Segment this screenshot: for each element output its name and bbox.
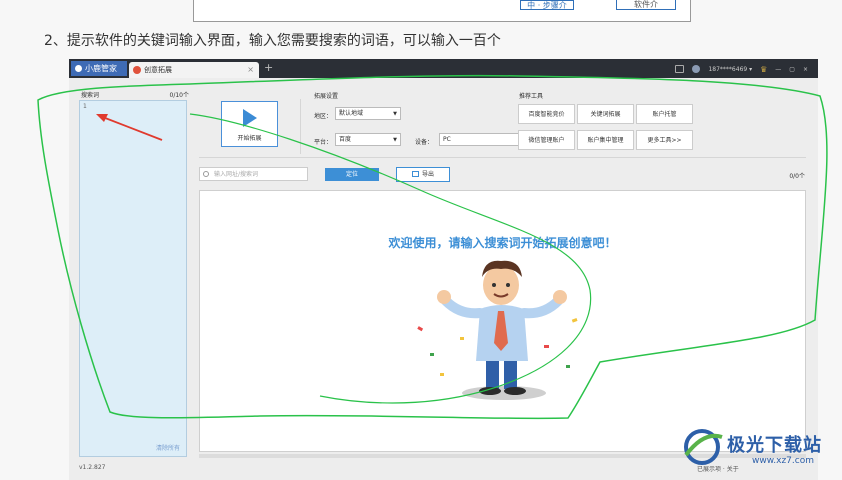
keyword-panel: 搜索词 0/10个 1 清除所有 xyxy=(79,88,189,460)
minimize-icon[interactable]: — xyxy=(775,66,781,73)
line-number: 1 xyxy=(83,103,87,110)
tool-baidu-bidding[interactable]: 百度智能竞价 xyxy=(518,104,575,124)
platform-label: 平台： xyxy=(314,139,333,146)
region-value: 默认地域 xyxy=(339,110,364,117)
app-logo: 小鹿管家 xyxy=(71,61,127,76)
fragment-button-2: 软件介 xyxy=(616,0,676,10)
tool-more[interactable]: 更多工具>> xyxy=(636,130,693,150)
device-label: 设备： xyxy=(415,139,434,146)
settings-title: 拓展设置 xyxy=(314,93,339,100)
add-tab-icon[interactable]: + xyxy=(264,61,273,74)
keyword-panel-title: 搜索词 xyxy=(81,92,100,99)
app-name: 小鹿管家 xyxy=(85,64,117,73)
tab-creative-expand[interactable]: 创意拓展 × xyxy=(129,62,259,78)
tool-account-hosting[interactable]: 账户托管 xyxy=(636,104,693,124)
title-bar: 小鹿管家 创意拓展 × + 187****6469 ▾ ♛ — ▢ × xyxy=(69,59,818,78)
step-caption: 2、提示软件的关键词输入界面，输入您需要搜索的词语，可以输入一百个 xyxy=(44,33,501,49)
titlebar-controls: 187****6469 ▾ ♛ — ▢ × xyxy=(675,63,808,75)
tools-title: 推荐工具 xyxy=(519,93,544,100)
device-value: PC xyxy=(443,136,451,143)
logo-icon xyxy=(75,65,82,72)
chevron-down-icon: ▼ xyxy=(393,111,397,117)
app-screenshot: 小鹿管家 创意拓展 × + 187****6469 ▾ ♛ — ▢ × 搜索词 … xyxy=(69,59,818,480)
tool-account-central[interactable]: 账户集中管理 xyxy=(577,130,634,150)
results-area: 欢迎使用，请输入搜索词开始拓展创意吧！ xyxy=(199,190,806,452)
start-expand-label: 开始拓展 xyxy=(237,135,262,142)
tool-keyword-expand[interactable]: 关键词拓展 xyxy=(577,104,634,124)
export-button[interactable]: 导出 xyxy=(396,167,450,182)
region-select[interactable]: 默认地域 ▼ xyxy=(335,107,401,120)
clear-all-link[interactable]: 清除所有 xyxy=(156,443,180,452)
mascot-illustration xyxy=(417,260,578,400)
platform-value: 百度 xyxy=(339,136,352,143)
maximize-icon[interactable]: ▢ xyxy=(789,66,795,73)
tab-icon xyxy=(133,66,141,74)
version-label: v1.2.827 xyxy=(79,464,106,471)
watermark-title: 极光下载站 xyxy=(727,435,822,456)
export-label: 导出 xyxy=(421,171,434,178)
tool-wechat-accounts[interactable]: 微信管理账户 xyxy=(518,130,575,150)
crown-icon[interactable]: ♛ xyxy=(760,65,767,74)
locate-button[interactable]: 定位 xyxy=(325,168,379,181)
welcome-message: 欢迎使用，请输入搜索词开始拓展创意吧！ xyxy=(388,236,617,250)
watermark-url: www.xz7.com xyxy=(752,456,814,466)
fragment-button: 中 · 步骤介 xyxy=(520,0,574,10)
search-icon xyxy=(203,171,209,177)
page: 中 · 步骤介 软件介 2、提示软件的关键词输入界面，输入您需要搜索的词语，可以… xyxy=(0,0,842,480)
keyword-input[interactable]: 1 清除所有 xyxy=(79,100,187,457)
chevron-down-icon: ▼ xyxy=(393,137,397,143)
previous-screenshot-fragment: 中 · 步骤介 软件介 xyxy=(193,0,691,22)
platform-select[interactable]: 百度 ▼ xyxy=(335,133,401,146)
play-icon xyxy=(243,109,257,127)
user-name[interactable]: 187****6469 ▾ xyxy=(708,66,752,73)
close-window-icon[interactable]: × xyxy=(803,66,808,73)
search-placeholder: 输入网址/搜索词 xyxy=(214,171,259,178)
tab-label: 创意拓展 xyxy=(144,66,172,74)
screen-icon[interactable] xyxy=(675,65,685,73)
vertical-divider xyxy=(300,99,301,154)
watermark-logo-icon xyxy=(684,429,723,465)
search-input[interactable]: 输入网址/搜索词 xyxy=(199,167,308,181)
start-expand-button[interactable]: 开始拓展 xyxy=(221,101,278,147)
region-label: 地区： xyxy=(314,113,333,120)
horizontal-divider xyxy=(199,157,806,158)
result-count: 0/0个 xyxy=(789,173,805,180)
close-icon[interactable]: × xyxy=(247,62,254,78)
keyword-count: 0/10个 xyxy=(169,92,189,99)
export-icon xyxy=(411,171,419,177)
avatar[interactable] xyxy=(692,65,701,73)
